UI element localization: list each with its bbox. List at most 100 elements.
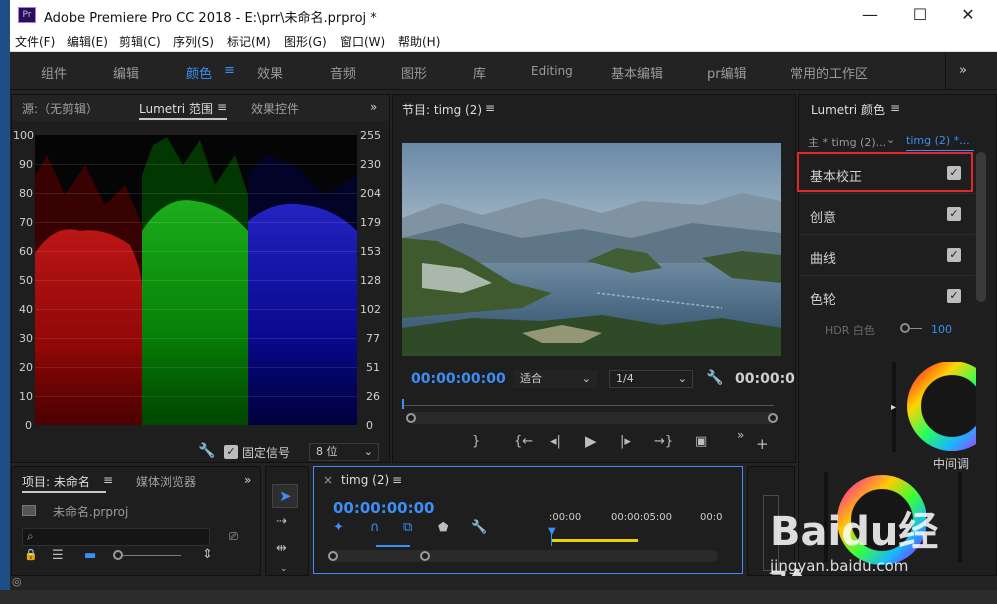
lock-icon[interactable]: 🔒 — [24, 548, 38, 561]
hdr-slider-handle[interactable] — [900, 323, 910, 333]
timeline-settings-wrench-icon[interactable]: 🔧 — [471, 520, 487, 535]
tab-project[interactable]: 项目: 未命名 — [22, 473, 90, 490]
tab-lumetri-scopes[interactable]: Lumetri 范围 — [139, 100, 213, 117]
sequence-clip-selector[interactable]: timg (2) *... — [906, 134, 970, 147]
workspace-effects[interactable]: 效果 — [257, 63, 283, 82]
program-video-frame[interactable] — [402, 143, 781, 356]
zoom-handle-left[interactable] — [406, 413, 416, 423]
menu-sequence[interactable]: 序列(S) — [173, 33, 214, 50]
highlights-slider[interactable] — [958, 472, 962, 562]
menu-file[interactable]: 文件(F) — [15, 33, 55, 50]
section-curves[interactable]: 曲线 ✓ — [800, 236, 975, 276]
menu-graphics[interactable]: 图形(G) — [284, 33, 327, 50]
zoom-scroll-bar[interactable] — [406, 412, 778, 424]
more-tools-icon[interactable]: ⌄ — [280, 564, 288, 574]
section-enable-checkbox[interactable]: ✓ — [947, 248, 961, 262]
button-editor-plus-icon[interactable]: + — [756, 435, 769, 453]
close-button[interactable]: ✕ — [945, 0, 991, 30]
zoom-handle-right[interactable] — [768, 413, 778, 423]
menu-marker[interactable]: 标记(M) — [227, 33, 271, 50]
play-icon[interactable]: ▶ — [585, 432, 597, 450]
go-to-out-icon[interactable]: →} — [654, 434, 673, 449]
timeline-zoom-handle-left[interactable] — [328, 551, 338, 561]
menu-window[interactable]: 窗口(W) — [340, 33, 385, 50]
snap-magnet-icon[interactable]: ∩ — [370, 520, 380, 535]
workspace-pr-edit[interactable]: pr编辑 — [707, 63, 747, 82]
fit-dropdown[interactable]: 适合 ⌄ — [513, 370, 597, 388]
export-frame-icon[interactable]: ▣ — [695, 434, 707, 449]
section-enable-checkbox[interactable]: ✓ — [947, 289, 961, 303]
midtones-color-wheel[interactable] — [906, 362, 976, 452]
workspace-editing[interactable]: 编辑 — [113, 63, 139, 82]
lumetri-menu-icon[interactable]: ≡ — [890, 101, 900, 115]
timeline-menu-icon[interactable]: ≡ — [392, 473, 402, 487]
go-to-in-icon[interactable]: {← — [514, 434, 533, 449]
workspace-audio[interactable]: 音频 — [330, 63, 356, 82]
timeline-close-icon[interactable]: × — [323, 473, 333, 487]
zoom-slider-handle[interactable] — [113, 550, 123, 560]
workspace-graphics[interactable]: 图形 — [401, 63, 427, 82]
clamp-signal-checkbox[interactable]: ✓ — [224, 445, 238, 459]
section-color-wheels[interactable]: 色轮 ✓ — [800, 277, 975, 317]
timeline-zoom-bar[interactable] — [328, 550, 718, 562]
tab-source[interactable]: 源:（无剪辑） — [22, 100, 98, 117]
ripple-edit-tool-icon[interactable]: ⇹ — [276, 541, 287, 556]
lumetri-scrollbar[interactable] — [976, 152, 986, 302]
scopes-menu-icon[interactable]: ≡ — [217, 100, 227, 114]
scope-gridline — [35, 222, 357, 223]
panel-overflow-icon[interactable]: » — [370, 100, 377, 114]
program-menu-icon[interactable]: ≡ — [485, 101, 495, 115]
menu-edit[interactable]: 编辑(E) — [67, 33, 108, 50]
selection-tool-button[interactable]: ➤ — [272, 484, 298, 508]
timeline-zoom-handle-right[interactable] — [420, 551, 430, 561]
icon-view-icon[interactable]: ▬ — [84, 548, 96, 563]
playhead-marker[interactable] — [402, 399, 404, 409]
work-area-bar[interactable] — [552, 539, 638, 542]
menu-help[interactable]: 帮助(H) — [398, 33, 440, 50]
project-menu-icon[interactable]: ≡ — [103, 473, 113, 487]
workspace-assembly[interactable]: 组件 — [41, 63, 67, 82]
list-view-icon[interactable]: ☰ — [52, 548, 64, 563]
workspace-color[interactable]: 颜色 — [186, 63, 212, 82]
menu-clip[interactable]: 剪辑(C) — [119, 33, 161, 50]
sort-icon[interactable]: ⇕ — [202, 547, 213, 562]
new-bin-from-search-icon[interactable]: ⎚ — [229, 530, 238, 544]
section-enable-checkbox[interactable]: ✓ — [947, 207, 961, 221]
settings-wrench-icon[interactable]: 🔧 — [706, 370, 723, 386]
scope-right-tick: 153 — [360, 245, 381, 258]
project-search-input[interactable]: ⌕ — [22, 528, 210, 546]
mark-out-icon[interactable]: } — [472, 434, 480, 449]
scope-right-tick: 102 — [360, 303, 381, 316]
section-creative[interactable]: 创意 ✓ — [800, 195, 975, 235]
wrench-icon[interactable]: 🔧 — [198, 443, 215, 459]
workspace-color-menu-icon[interactable]: ≡ — [224, 63, 235, 78]
time-ruler[interactable] — [404, 405, 774, 406]
timeline-timecode[interactable]: 00:00:00:00 — [333, 499, 435, 517]
linked-selection-icon[interactable]: ⧉ — [403, 520, 412, 535]
hdr-white-value[interactable]: 100 — [931, 323, 952, 336]
snap-in-sequence-icon[interactable]: ✦ — [333, 520, 344, 535]
bit-depth-dropdown[interactable]: 8 位 ⌄ — [309, 443, 379, 461]
tab-effect-controls[interactable]: 效果控件 — [251, 100, 299, 117]
status-bar: ◎ — [10, 575, 997, 590]
workspace-common[interactable]: 常用的工作区 — [790, 63, 868, 82]
program-timecode-in[interactable]: 00:00:00:00 — [411, 371, 506, 387]
step-back-icon[interactable]: ◂| — [550, 434, 561, 449]
workspace-basic-edit[interactable]: 基本编辑 — [611, 63, 663, 82]
workspace-libraries[interactable]: 库 — [473, 63, 486, 82]
tab-media-browser[interactable]: 媒体浏览器 — [136, 473, 196, 490]
workspace-overflow-icon[interactable]: » — [959, 63, 967, 78]
minimize-button[interactable]: — — [847, 0, 893, 30]
scope-left-tick: 80 — [19, 187, 33, 200]
add-marker-icon[interactable]: ⬟ — [438, 520, 448, 534]
workspace-editing-en[interactable]: Editing — [531, 64, 573, 78]
resolution-dropdown[interactable]: 1/4 ⌄ — [609, 370, 693, 388]
midtones-slider-handle[interactable]: ▸ — [891, 402, 896, 413]
step-forward-icon[interactable]: |▸ — [620, 434, 631, 449]
master-clip-selector[interactable]: 主 * timg (2)... — [808, 134, 886, 150]
maximize-button[interactable]: ☐ — [897, 0, 943, 30]
workspace-divider — [945, 52, 946, 90]
transport-overflow-icon[interactable]: » — [737, 428, 744, 442]
project-overflow-icon[interactable]: » — [244, 473, 251, 487]
track-select-tool-icon[interactable]: ⇢ — [276, 514, 287, 529]
